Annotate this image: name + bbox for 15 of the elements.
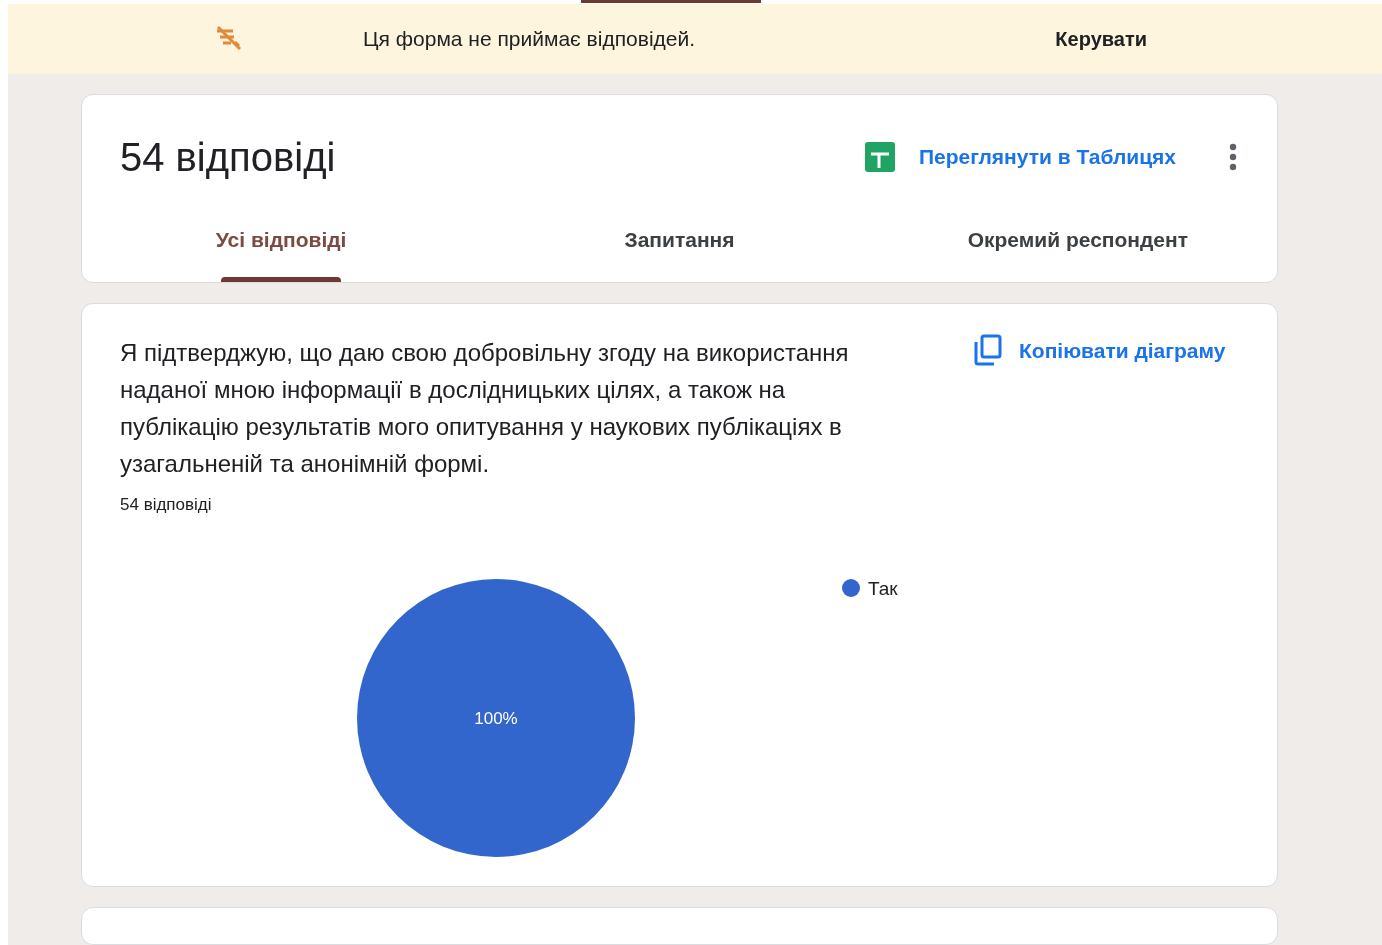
response-count: 54 відповіді	[120, 494, 213, 517]
copy-icon	[973, 334, 1003, 367]
legend-label: Так	[868, 577, 898, 599]
responses-title: 54 відповіді	[120, 134, 336, 181]
data-label: 100%	[474, 708, 518, 728]
banner-message: Ця форма не приймає відповідей.	[363, 26, 696, 53]
more-menu-icon[interactable]	[1229, 143, 1237, 171]
tab[interactable]: Усі відповіді	[82, 219, 481, 283]
tab[interactable]: Окремий респондент	[878, 219, 1277, 283]
spreadsheet-icon	[865, 142, 895, 172]
manage-link[interactable]: Керувати	[1055, 24, 1147, 54]
copy-chart-button[interactable]: Копіювати діаграму	[973, 334, 1226, 367]
tab[interactable]: Запитання	[480, 219, 879, 283]
view-in-sheets-link[interactable]: Переглянути в Таблицях	[919, 141, 1176, 173]
question-text: Я підтверджую, що даю свою добровільну згоду на використання наданої мною інформації в дослідницьких цілях, а також на публікацію результатів мого опитування у наукових публікаціях в узагальненій та анонімній формі.	[120, 338, 850, 480]
